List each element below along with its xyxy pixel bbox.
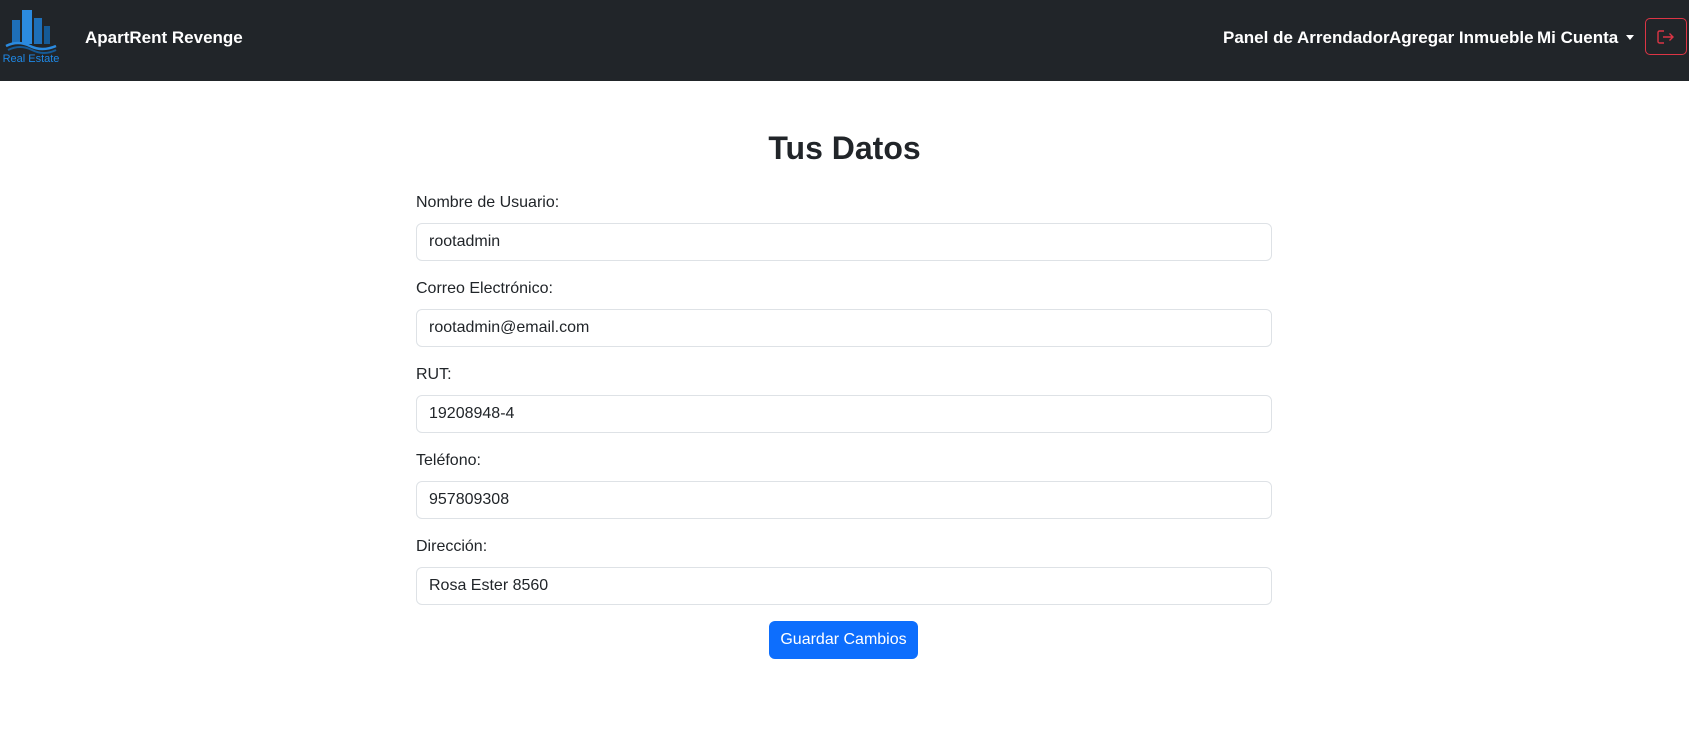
rut-input[interactable] [416,395,1272,433]
address-input[interactable] [416,567,1272,605]
brand-link[interactable]: ApartRent Revenge [85,28,243,48]
phone-label: Teléfono: [416,452,481,469]
phone-input[interactable] [416,481,1272,519]
rut-label: RUT: [416,366,452,383]
logo-text: Real Estate [3,53,60,64]
logout-icon [1657,29,1674,44]
nav-link-agregar-inmueble[interactable]: Agregar Inmueble [1389,28,1534,48]
save-changes-button[interactable]: Guardar Cambios [769,621,918,659]
caret-down-icon [1626,35,1635,40]
email-input[interactable] [416,309,1272,347]
navbar: Real Estate ApartRent Revenge Panel de A… [0,0,1689,81]
logout-button[interactable] [1645,18,1687,55]
address-label: Dirección: [416,538,488,555]
account-dropdown-label: Mi Cuenta [1537,28,1619,47]
account-dropdown-toggle[interactable]: Mi Cuenta [1537,28,1635,48]
real-estate-logo[interactable]: Real Estate [0,6,62,65]
email-label: Correo Electrónico: [416,280,553,297]
username-label: Nombre de Usuario: [416,194,560,211]
buildings-icon: Real Estate [3,10,60,65]
nav-link-panel-arrendador[interactable]: Panel de Arrendador [1223,28,1390,48]
page-title: Tus Datos [768,130,921,166]
username-input[interactable] [416,223,1272,261]
